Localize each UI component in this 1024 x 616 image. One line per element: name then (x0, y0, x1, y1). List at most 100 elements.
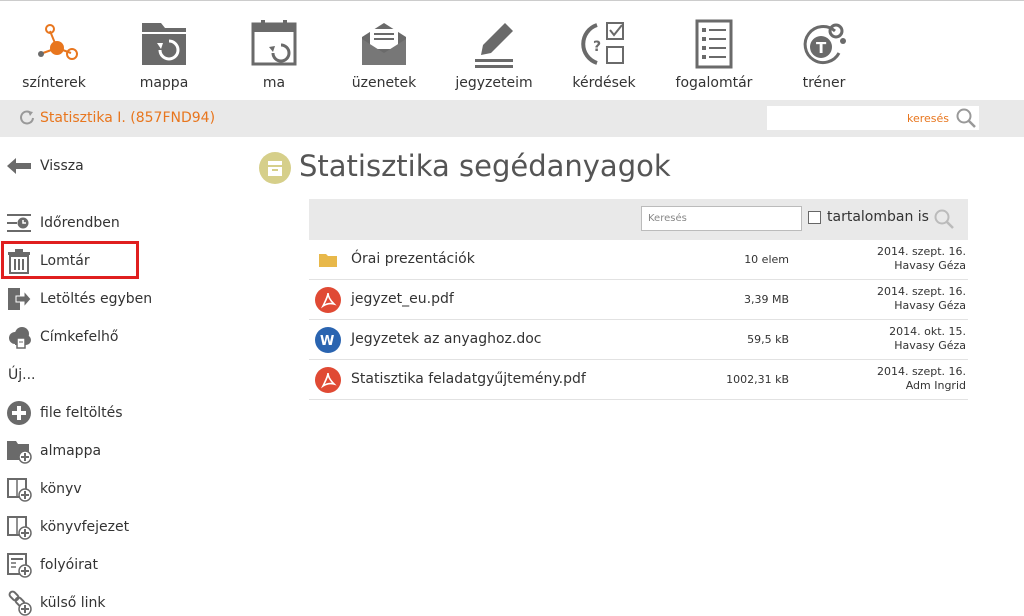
journal-plus-icon (7, 553, 32, 578)
breadcrumb[interactable]: Statisztika I. (857FND94) (18, 109, 215, 127)
list-icon (695, 19, 733, 69)
sidebar-item-chapter[interactable]: könyvfejezet (6, 514, 129, 540)
nav-label: ma (262, 75, 286, 91)
arrow-left-icon (7, 158, 31, 174)
file-size: 10 elem (744, 253, 789, 266)
nav-trener[interactable]: T tréner (779, 19, 869, 91)
nav-label: üzenetek (351, 75, 417, 91)
sidebar-item-label: file feltöltés (40, 405, 123, 421)
sidebar-item-journal[interactable]: folyóirat (6, 552, 98, 578)
file-row[interactable]: W Jegyzetek az anyaghoz.doc 59,5 kB 2014… (309, 320, 968, 360)
file-date: 2014. szept. 16. (876, 245, 966, 258)
sidebar-item-label: almappa (40, 443, 102, 459)
file-meta: 2014. szept. 16. Havasy Géza (877, 285, 966, 313)
breadcrumb-course: Statisztika I. (857FND94) (40, 110, 216, 126)
trainer-icon: T (803, 23, 846, 64)
trash-highlight (1, 241, 139, 279)
file-date: 2014. szept. 16. (876, 285, 966, 298)
chapter-plus-icon (7, 516, 32, 540)
cloud-icon (9, 327, 31, 349)
nav-kerdesek[interactable]: ? kérdések (559, 19, 649, 91)
svg-text:W: W (320, 334, 334, 349)
pdf-icon (315, 367, 341, 393)
content-search-checkbox[interactable] (808, 211, 821, 224)
file-owner: Havasy Géza (894, 299, 966, 312)
sidebar-item-timeline[interactable]: Időrendben (6, 210, 120, 236)
search-icon[interactable] (933, 208, 955, 230)
refresh-icon (20, 110, 34, 125)
sidebar-item-subfolder[interactable]: almappa (6, 438, 101, 464)
file-meta: 2014. okt. 15. Havasy Géza (889, 325, 966, 353)
nav-mappa[interactable]: mappa (119, 19, 209, 91)
page-title: Statisztika segédanyagok (299, 149, 671, 183)
sidebar-item-tagcloud[interactable]: Címkefelhő (6, 324, 118, 350)
sidebar-item-download[interactable]: Letöltés egyben (6, 286, 152, 312)
file-name[interactable]: jegyzet_eu.pdf (351, 291, 454, 307)
word-icon: W (315, 327, 341, 353)
folder-icon (319, 254, 337, 267)
file-size: 3,39 MB (743, 293, 789, 306)
file-name[interactable]: Órai prezentációk (351, 251, 475, 267)
file-row[interactable]: jegyzet_eu.pdf 3,39 MB 2014. szept. 16. … (309, 280, 968, 320)
global-search (767, 106, 979, 130)
sidebar-item-label: könyv (40, 481, 82, 497)
top-navigation: színterek mappa ma üzenetek jegyzeteim ?… (0, 0, 1024, 100)
nav-jegyzeteim[interactable]: jegyzeteim (449, 19, 539, 91)
file-date: 2014. szept. 16. (876, 365, 966, 378)
back-label: Vissza (40, 158, 84, 174)
sidebar-item-label: folyóirat (40, 557, 98, 573)
pdf-icon (315, 287, 341, 313)
sidebar-item-link[interactable]: külső link (6, 590, 106, 616)
nav-label: mappa (139, 75, 189, 91)
folder-refresh-icon (142, 23, 186, 65)
nav-label: kérdések (572, 75, 636, 91)
question-check-icon: ? (581, 22, 624, 65)
molecule-icon (38, 24, 78, 60)
file-row[interactable]: Statisztika feladatgyűjtemény.pdf 1002,3… (309, 360, 968, 400)
sidebar-item-label: Letöltés egyben (40, 291, 153, 307)
file-size: 59,5 kB (747, 333, 789, 346)
svg-text:T: T (816, 39, 827, 57)
file-meta: 2014. szept. 16. Havasy Géza (877, 245, 966, 273)
link-plus-icon (8, 590, 32, 616)
sidebar-item-book[interactable]: könyv (6, 476, 82, 502)
file-owner: Havasy Géza (894, 339, 966, 352)
search-icon[interactable] (955, 107, 977, 129)
file-size: 1002,31 kB (726, 373, 789, 386)
nav-label: színterek (22, 75, 86, 91)
calendar-icon (251, 20, 297, 66)
file-toolbar: tartalomban is (309, 199, 968, 240)
file-name[interactable]: Statisztika feladatgyűjtemény.pdf (351, 371, 586, 387)
back-link[interactable]: Vissza (6, 153, 84, 179)
file-name[interactable]: Jegyzetek az anyaghoz.doc (351, 331, 542, 347)
nav-label: jegyzeteim (455, 75, 533, 91)
pencil-icon (475, 23, 513, 68)
svg-text:?: ? (593, 39, 601, 55)
file-owner: Adm Ingrid (905, 379, 966, 392)
file-owner: Havasy Géza (894, 259, 966, 272)
global-search-input[interactable] (767, 106, 953, 130)
file-meta: 2014. szept. 16. Adm Ingrid (877, 365, 966, 393)
nav-label: fogalomtár (675, 75, 753, 91)
nav-uzenetek[interactable]: üzenetek (339, 19, 429, 91)
materials-icon (259, 152, 291, 184)
nav-szinterek[interactable]: színterek (9, 19, 99, 91)
content-search-label: tartalomban is (827, 209, 929, 225)
sidebar-item-label: külső link (40, 595, 106, 611)
nav-ma[interactable]: ma (229, 19, 319, 91)
export-icon (8, 288, 32, 310)
folder-plus-icon (7, 441, 32, 464)
timeline-icon (7, 214, 31, 232)
plus-circle-icon (7, 401, 31, 425)
file-search-input[interactable] (641, 206, 802, 231)
envelope-icon (362, 23, 406, 65)
file-row[interactable]: Órai prezentációk 10 elem 2014. szept. 1… (309, 240, 968, 280)
new-heading: Új... (8, 367, 36, 383)
sidebar-item-upload[interactable]: file feltöltés (6, 400, 123, 426)
sidebar-item-label: könyvfejezet (40, 519, 130, 535)
file-date: 2014. okt. 15. (889, 325, 966, 338)
sidebar-item-label: Időrendben (40, 215, 120, 231)
sidebar-item-label: Címkefelhő (40, 329, 119, 345)
book-plus-icon (7, 478, 32, 502)
nav-fogalomtar[interactable]: fogalomtár (669, 19, 759, 91)
